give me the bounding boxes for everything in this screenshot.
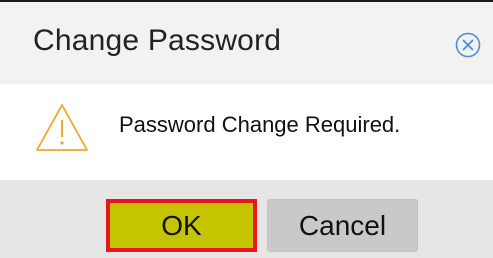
dialog-title: Change Password xyxy=(33,24,282,57)
cancel-button[interactable]: Cancel xyxy=(267,199,418,252)
change-password-dialog: Change Password Password Change Required… xyxy=(0,0,493,258)
close-circle-icon xyxy=(455,32,481,58)
dialog-body: Password Change Required. xyxy=(0,84,493,180)
close-icon[interactable] xyxy=(454,31,482,59)
warning-icon xyxy=(34,102,90,154)
dialog-message: Password Change Required. xyxy=(119,112,401,137)
ok-button[interactable]: OK xyxy=(106,199,257,252)
dialog-footer: OK Cancel xyxy=(0,180,493,258)
dialog-header: Change Password xyxy=(0,2,493,84)
